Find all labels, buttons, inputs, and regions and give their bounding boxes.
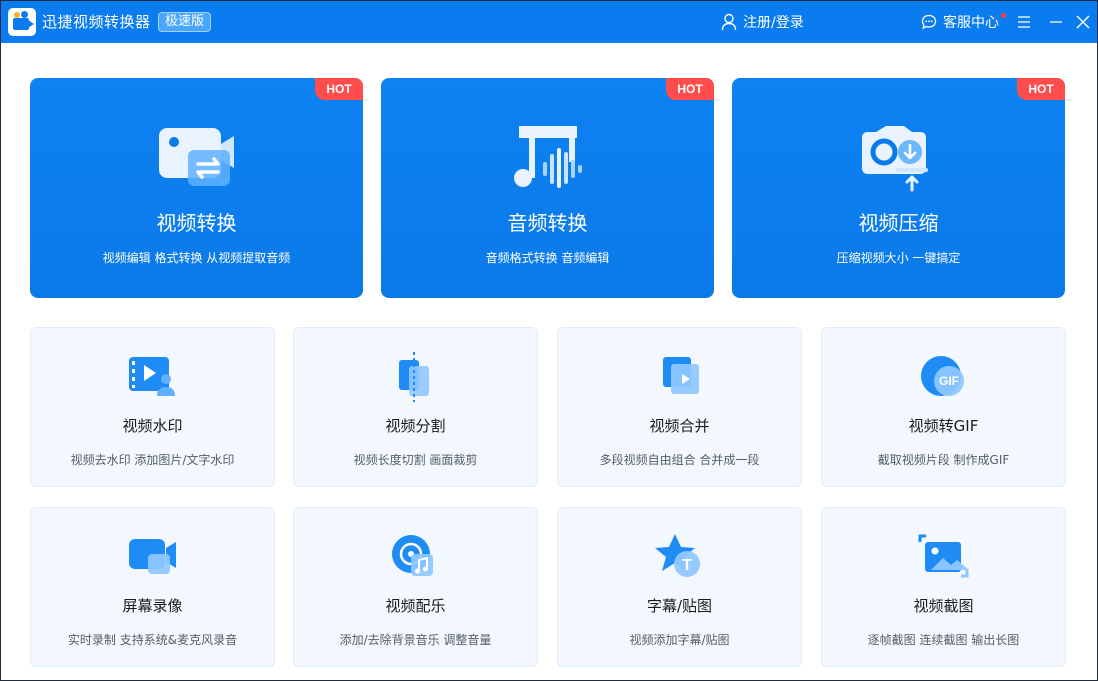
hot-badge: HOT <box>315 78 363 100</box>
close-icon[interactable] <box>1073 12 1093 32</box>
video-to-gif-card[interactable]: GIF 视频转GIF 截取视频片段 制作成GIF <box>821 327 1066 487</box>
screen-record-card[interactable]: 屏幕录像 实时录制 支持系统&麦克风录音 <box>30 507 275 667</box>
card-subtitle: 添加/去除背景音乐 调整音量 <box>339 633 492 647</box>
login-button[interactable]: 注册/登录 <box>721 11 804 33</box>
app-window: 迅捷视频转换器 极速版 注册/登录 客服中心 HOT 视频转换 视频编辑 格式转… <box>0 0 1098 681</box>
card-subtitle: 截取视频片段 制作成GIF <box>877 453 1010 467</box>
card-subtitle: 多段视频自由组合 合并成一段 <box>599 453 760 467</box>
customer-service-button[interactable]: 客服中心 <box>921 11 999 33</box>
login-label: 注册/登录 <box>743 15 804 31</box>
card-subtitle: 音频格式转换 音频编辑 <box>485 251 610 265</box>
subtitle-sticker-card[interactable]: T 字幕/贴图 视频添加字幕/贴图 <box>557 507 802 667</box>
hot-badge: HOT <box>1017 78 1065 100</box>
video-watermark-card[interactable]: 视频水印 视频去水印 添加图片/文字水印 <box>30 327 275 487</box>
card-title: 视频截图 <box>913 597 974 615</box>
card-title: 字幕/贴图 <box>646 597 713 615</box>
title-bar[interactable]: 迅捷视频转换器 极速版 注册/登录 客服中心 <box>1 1 1097 43</box>
audio-convert-card[interactable]: HOT 音频转换 音频格式转换 音频编辑 <box>381 78 714 298</box>
card-title: 视频配乐 <box>385 597 446 615</box>
card-title: 视频水印 <box>122 417 183 435</box>
card-title: 视频合并 <box>649 417 710 435</box>
customer-service-label: 客服中心 <box>943 15 999 31</box>
hot-badge: HOT <box>666 78 714 100</box>
video-convert-icon <box>159 128 234 186</box>
card-title: 视频分割 <box>385 417 446 435</box>
video-split-card[interactable]: 视频分割 视频长度切割 画面裁剪 <box>293 327 538 487</box>
menu-icon[interactable] <box>1014 12 1034 32</box>
app-title: 迅捷视频转换器 <box>42 13 151 31</box>
screenshot-icon <box>918 534 969 578</box>
video-music-card[interactable]: 视频配乐 添加/去除背景音乐 调整音量 <box>293 507 538 667</box>
music-icon <box>392 535 433 576</box>
user-icon <box>721 13 737 31</box>
watermark-icon <box>129 357 175 396</box>
card-title: 音频转换 <box>507 211 588 235</box>
audio-convert-icon <box>514 126 582 188</box>
app-logo-icon <box>8 8 36 36</box>
edition-badge: 极速版 <box>158 12 212 32</box>
card-title: 视频压缩 <box>858 211 939 235</box>
merge-icon <box>663 357 699 394</box>
gif-icon: GIF <box>921 356 964 396</box>
card-subtitle: 视频编辑 格式转换 从视频提取音频 <box>102 251 291 265</box>
subtitle-icon-label: T <box>682 557 692 574</box>
notification-dot <box>1001 13 1006 18</box>
card-subtitle: 视频去水印 添加图片/文字水印 <box>70 453 235 467</box>
video-convert-card[interactable]: HOT 视频转换 视频编辑 格式转换 从视频提取音频 <box>30 78 363 298</box>
card-subtitle: 视频长度切割 画面裁剪 <box>353 453 478 467</box>
card-subtitle: 逐帧截图 连续截图 输出长图 <box>867 633 1020 647</box>
subtitle-icon: T <box>655 534 700 577</box>
video-compress-icon <box>862 126 928 192</box>
screen-record-icon <box>129 539 176 574</box>
card-subtitle: 实时录制 支持系统&麦克风录音 <box>67 633 238 647</box>
split-icon <box>399 352 429 402</box>
card-subtitle: 视频添加字幕/贴图 <box>629 633 730 647</box>
card-title: 视频转换 <box>156 211 237 235</box>
card-subtitle: 压缩视频大小 一键搞定 <box>836 251 961 265</box>
card-title: 屏幕录像 <box>122 597 183 615</box>
minimize-icon[interactable] <box>1046 12 1066 32</box>
video-merge-card[interactable]: 视频合并 多段视频自由组合 合并成一段 <box>557 327 802 487</box>
video-screenshot-card[interactable]: 视频截图 逐帧截图 连续截图 输出长图 <box>821 507 1066 667</box>
card-title: 视频转GIF <box>908 417 979 435</box>
video-compress-card[interactable]: HOT 视频压缩 压缩视频大小 一键搞定 <box>732 78 1065 298</box>
chat-bubble-icon <box>921 14 937 30</box>
gif-icon-label: GIF <box>939 374 959 388</box>
